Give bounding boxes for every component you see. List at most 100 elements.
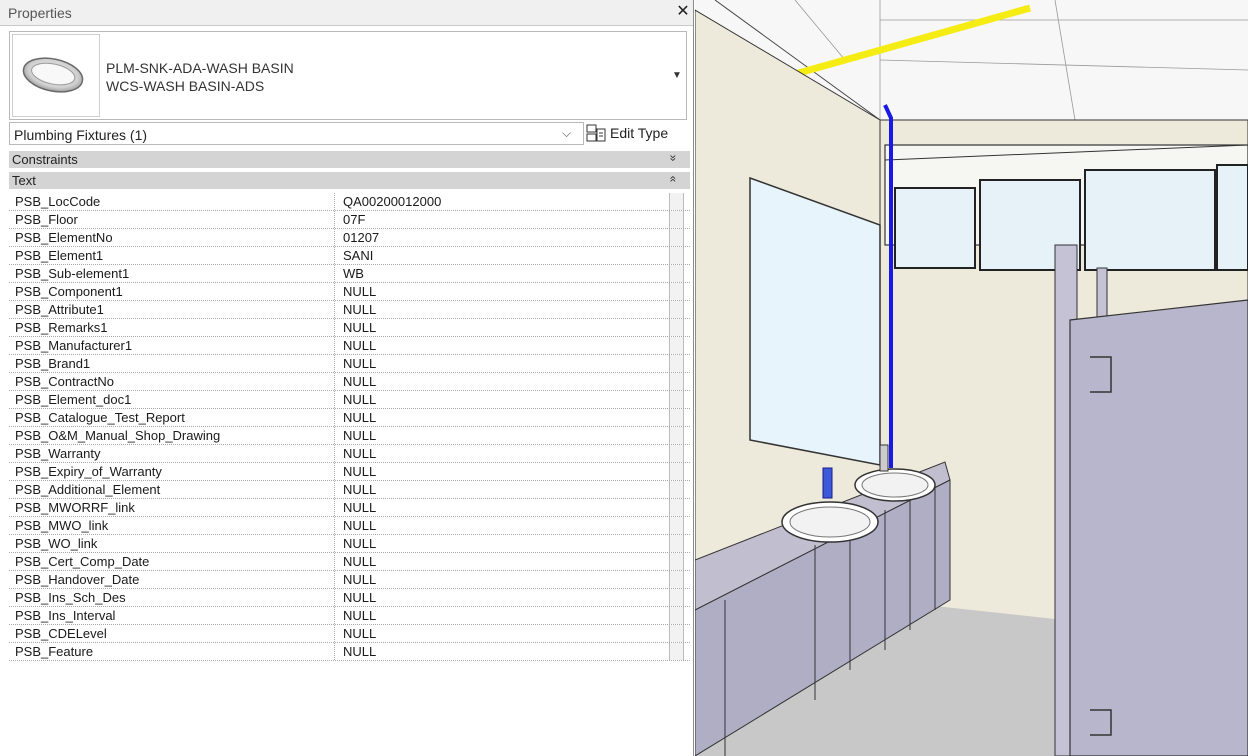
property-browse-button[interactable]: [669, 499, 684, 516]
3d-viewport[interactable]: [695, 0, 1248, 756]
edit-type-icon: [586, 124, 606, 147]
property-row[interactable]: PSB_MWO_link NULL: [9, 517, 690, 535]
property-browse-button[interactable]: [669, 625, 684, 642]
property-row[interactable]: PSB_Expiry_of_Warranty NULL: [9, 463, 690, 481]
property-browse-button[interactable]: [669, 481, 684, 498]
property-name: PSB_Element_doc1: [9, 391, 335, 408]
properties-title-bar[interactable]: Properties ✕: [0, 0, 693, 26]
property-value-field[interactable]: NULL: [335, 499, 665, 516]
property-value-field[interactable]: NULL: [335, 589, 665, 606]
property-row[interactable]: PSB_ContractNo NULL: [9, 373, 690, 391]
property-browse-button[interactable]: [669, 391, 684, 408]
property-row[interactable]: PSB_Cert_Comp_Date NULL: [9, 553, 690, 571]
property-row[interactable]: PSB_MWORRF_link NULL: [9, 499, 690, 517]
dropdown-arrow-icon[interactable]: ▼: [672, 70, 682, 81]
property-row[interactable]: PSB_Additional_Element NULL: [9, 481, 690, 499]
property-browse-button[interactable]: [669, 535, 684, 552]
property-name: PSB_Feature: [9, 643, 335, 660]
property-row[interactable]: PSB_Component1 NULL: [9, 283, 690, 301]
property-row[interactable]: PSB_Floor 07F: [9, 211, 690, 229]
property-row[interactable]: PSB_Handover_Date NULL: [9, 571, 690, 589]
property-browse-button[interactable]: [669, 319, 684, 336]
property-browse-button[interactable]: [669, 427, 684, 444]
property-value-field[interactable]: WB: [335, 265, 665, 282]
property-value-field[interactable]: 07F: [335, 211, 665, 228]
property-browse-button[interactable]: [669, 589, 684, 606]
close-icon[interactable]: ✕: [674, 2, 692, 22]
property-browse-button[interactable]: [669, 283, 684, 300]
property-row[interactable]: PSB_Feature NULL: [9, 643, 690, 661]
chevron-down-icon[interactable]: ⌵: [562, 126, 571, 141]
property-value-field[interactable]: NULL: [335, 535, 665, 552]
group-header-text[interactable]: Text «: [9, 172, 690, 189]
property-browse-button[interactable]: [669, 265, 684, 282]
property-name: PSB_O&M_Manual_Shop_Drawing: [9, 427, 335, 444]
property-value-field[interactable]: NULL: [335, 319, 665, 336]
property-value-field[interactable]: NULL: [335, 283, 665, 300]
group-header-constraints[interactable]: Constraints »: [9, 151, 690, 168]
property-row[interactable]: PSB_LocCode QA00200012000: [9, 193, 690, 211]
property-value-field[interactable]: NULL: [335, 625, 665, 642]
property-row[interactable]: PSB_Remarks1 NULL: [9, 319, 690, 337]
property-name: PSB_Sub-element1: [9, 265, 335, 282]
property-value-field[interactable]: NULL: [335, 391, 665, 408]
property-browse-button[interactable]: [669, 445, 684, 462]
category-filter-dropdown[interactable]: Plumbing Fixtures (1) ⌵: [9, 122, 584, 145]
property-value-field[interactable]: QA00200012000: [335, 193, 665, 210]
property-value-field[interactable]: NULL: [335, 643, 665, 660]
property-row[interactable]: PSB_Brand1 NULL: [9, 355, 690, 373]
property-row[interactable]: PSB_O&M_Manual_Shop_Drawing NULL: [9, 427, 690, 445]
property-value-field[interactable]: NULL: [335, 355, 665, 372]
property-value-field[interactable]: NULL: [335, 445, 665, 462]
property-value-field[interactable]: NULL: [335, 409, 665, 426]
property-row[interactable]: PSB_Warranty NULL: [9, 445, 690, 463]
property-name: PSB_Brand1: [9, 355, 335, 372]
edit-type-button[interactable]: Edit Type: [586, 122, 688, 145]
property-row[interactable]: PSB_ElementNo 01207: [9, 229, 690, 247]
property-value-field[interactable]: NULL: [335, 337, 665, 354]
property-name: PSB_ContractNo: [9, 373, 335, 390]
expand-chevron-icon[interactable]: »: [666, 155, 680, 162]
property-browse-button[interactable]: [669, 463, 684, 480]
property-value-field[interactable]: NULL: [335, 481, 665, 498]
property-browse-button[interactable]: [669, 517, 684, 534]
property-value-field[interactable]: 01207: [335, 229, 665, 246]
property-row[interactable]: PSB_Sub-element1 WB: [9, 265, 690, 283]
property-value-field[interactable]: NULL: [335, 427, 665, 444]
property-browse-button[interactable]: [669, 409, 684, 426]
property-row[interactable]: PSB_Attribute1 NULL: [9, 301, 690, 319]
property-name: PSB_Warranty: [9, 445, 335, 462]
property-row[interactable]: PSB_Catalogue_Test_Report NULL: [9, 409, 690, 427]
property-browse-button[interactable]: [669, 247, 684, 264]
property-browse-button[interactable]: [669, 607, 684, 624]
property-browse-button[interactable]: [669, 301, 684, 318]
property-value-field[interactable]: NULL: [335, 301, 665, 318]
property-value-field[interactable]: NULL: [335, 607, 665, 624]
property-browse-button[interactable]: [669, 193, 684, 210]
property-browse-button[interactable]: [669, 643, 684, 660]
property-name: PSB_MWO_link: [9, 517, 335, 534]
property-value-field[interactable]: NULL: [335, 517, 665, 534]
property-browse-button[interactable]: [669, 373, 684, 390]
property-value-field[interactable]: NULL: [335, 373, 665, 390]
property-browse-button[interactable]: [669, 337, 684, 354]
property-browse-button[interactable]: [669, 229, 684, 246]
property-row[interactable]: PSB_Element1 SANI: [9, 247, 690, 265]
property-value-field[interactable]: NULL: [335, 463, 665, 480]
property-row[interactable]: PSB_WO_link NULL: [9, 535, 690, 553]
property-value-field[interactable]: SANI: [335, 247, 665, 264]
property-row[interactable]: PSB_Manufacturer1 NULL: [9, 337, 690, 355]
property-value-field[interactable]: NULL: [335, 571, 665, 588]
property-value-field[interactable]: NULL: [335, 553, 665, 570]
type-selector[interactable]: PLM-SNK-ADA-WASH BASIN WCS-WASH BASIN-AD…: [9, 31, 687, 120]
property-row[interactable]: PSB_Ins_Interval NULL: [9, 607, 690, 625]
property-row[interactable]: PSB_Element_doc1 NULL: [9, 391, 690, 409]
collapse-chevron-icon[interactable]: «: [666, 176, 680, 183]
wash-basin-icon: [12, 34, 100, 117]
property-row[interactable]: PSB_CDELevel NULL: [9, 625, 690, 643]
property-browse-button[interactable]: [669, 571, 684, 588]
property-browse-button[interactable]: [669, 211, 684, 228]
property-row[interactable]: PSB_Ins_Sch_Des NULL: [9, 589, 690, 607]
property-browse-button[interactable]: [669, 355, 684, 372]
property-browse-button[interactable]: [669, 553, 684, 570]
